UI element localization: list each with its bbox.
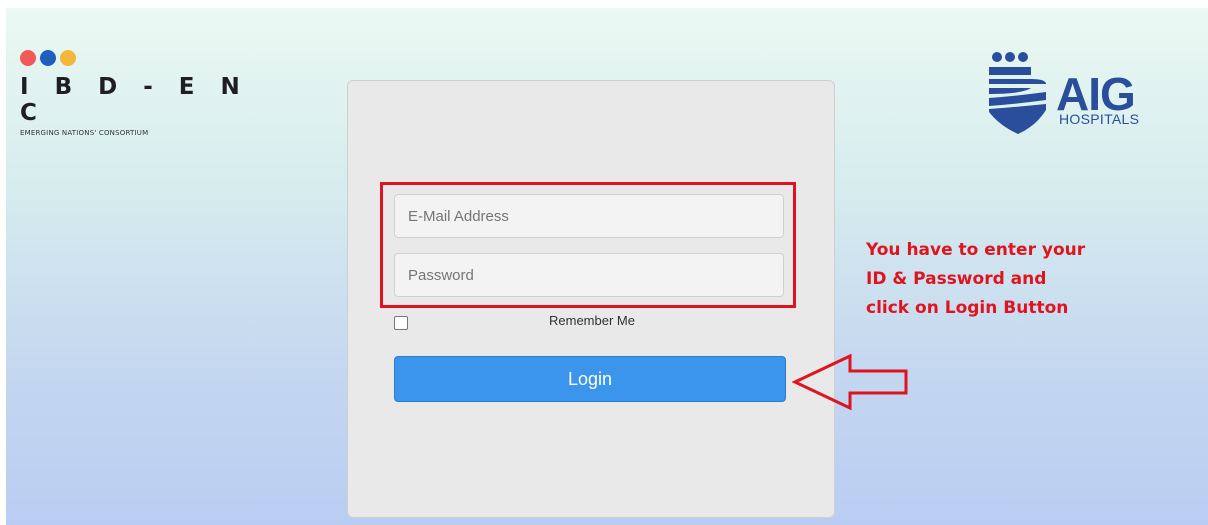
instruction-line-3: click on Login Button — [866, 298, 1069, 318]
instruction-line-1: You have to enter your — [866, 240, 1086, 260]
logo-name: I B D - E N C — [20, 74, 249, 126]
logo-dot-yellow — [60, 50, 76, 66]
remember-me-label: Remember Me — [549, 313, 635, 328]
aig-shield-icon — [989, 52, 1046, 134]
logo-subtitle: EMERGING NATIONS' CONSORTIUM — [20, 129, 149, 137]
aig-logo-subtitle: HOSPITALS — [1059, 111, 1140, 127]
logo-dot-red — [20, 50, 36, 66]
remember-me-checkbox[interactable] — [394, 316, 408, 330]
aig-hospitals-logo: AIG HOSPITALS — [986, 48, 1162, 138]
instruction-line-2: ID & Password and — [866, 269, 1047, 289]
left-arrow-icon — [792, 353, 908, 411]
logo-dots — [20, 50, 250, 68]
logo-dot-blue — [40, 50, 56, 66]
instruction-note: You have to enter your ID & Password and… — [866, 236, 1166, 323]
ibd-enc-logo: I B D - E N C EMERGING NATIONS' CONSORTI… — [20, 50, 250, 137]
login-button[interactable]: Login — [394, 356, 786, 402]
credentials-highlight-box — [380, 182, 796, 308]
